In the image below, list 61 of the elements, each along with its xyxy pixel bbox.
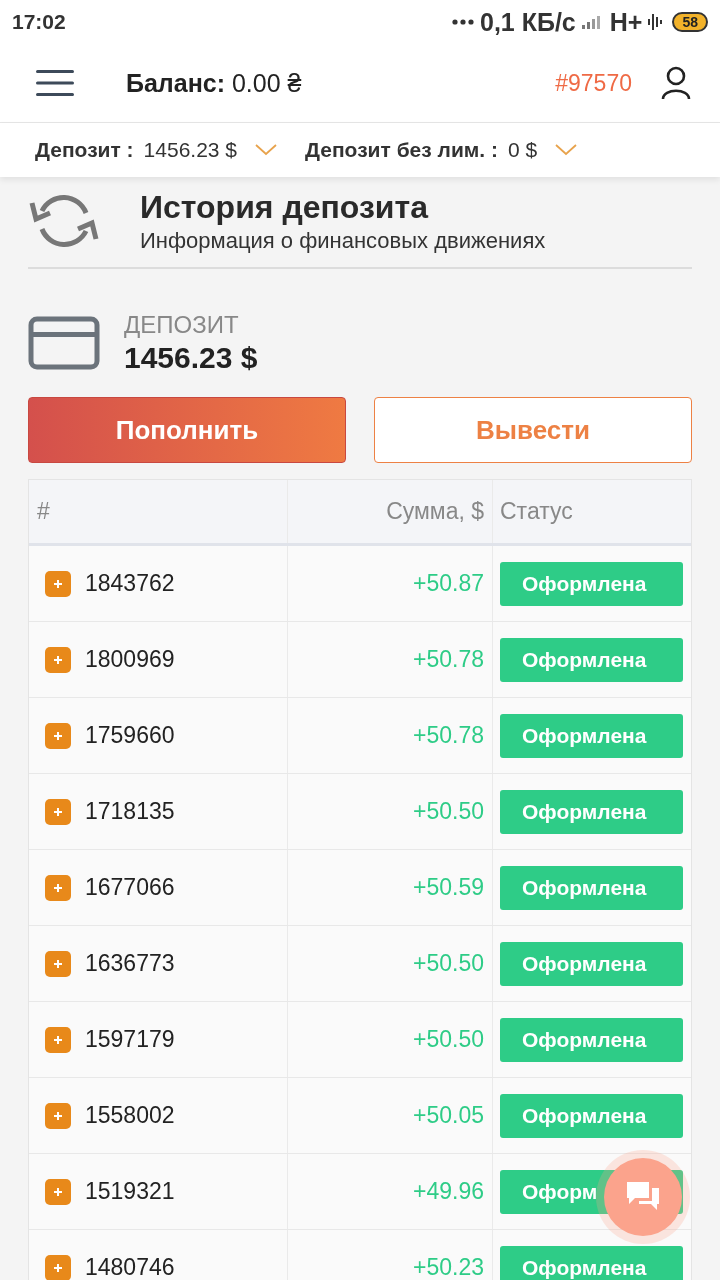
- section-subtitle: Информация о финансовых движениях: [140, 227, 546, 254]
- transaction-id: 1800969: [85, 646, 175, 673]
- column-header: #: [29, 480, 288, 543]
- status-badge: Оформлена: [500, 789, 683, 834]
- network-type: H+: [609, 7, 643, 37]
- transaction-id: 1843762: [85, 570, 175, 597]
- expand-button[interactable]: [45, 874, 71, 901]
- chevron-down-icon: [255, 144, 278, 156]
- battery-indicator: 58: [672, 12, 708, 32]
- transaction-id: 1519321: [85, 1178, 175, 1205]
- amount-cell: +50.78: [288, 698, 493, 773]
- expand-button[interactable]: [45, 722, 71, 749]
- transaction-id: 1480746: [85, 1254, 175, 1280]
- deposit-amount: 1456.23 $: [124, 341, 258, 375]
- user-icon[interactable]: [660, 66, 692, 100]
- expand-button[interactable]: [45, 646, 71, 673]
- expand-button[interactable]: [45, 1102, 71, 1129]
- status-time: 17:02: [12, 10, 66, 34]
- account-id: #97570: [555, 69, 632, 97]
- balance-text: Баланс: 0.00 ₴: [126, 68, 303, 98]
- transaction-id: 1677066: [85, 874, 175, 901]
- wallet-dropdown[interactable]: Депозит без лим. : 0 $: [305, 138, 578, 162]
- amount-cell: +50.78: [288, 622, 493, 697]
- deposit-label: ДЕПОЗИТ: [124, 311, 240, 339]
- expand-button[interactable]: [45, 1254, 71, 1280]
- expand-button[interactable]: [45, 570, 71, 597]
- transaction-id: 1558002: [85, 1102, 175, 1129]
- more-icon: [452, 19, 474, 25]
- section-title: История депозита: [140, 188, 430, 226]
- amount-cell: +50.05: [288, 1078, 493, 1153]
- status-badge: Оформлена: [500, 1093, 683, 1138]
- status-badge: Оформлена: [500, 561, 683, 606]
- amount-cell: +50.50: [288, 1002, 493, 1077]
- status-badge: Оформлена: [500, 1017, 683, 1062]
- expand-button[interactable]: [45, 1178, 71, 1205]
- card-icon: [28, 316, 100, 370]
- column-header: Сумма, $: [288, 480, 493, 543]
- expand-button[interactable]: [45, 950, 71, 977]
- amount-cell: +50.23: [288, 1230, 493, 1280]
- status-badge: Оформлена: [500, 713, 683, 758]
- transaction-id: 1759660: [85, 722, 175, 749]
- amount-cell: +50.59: [288, 850, 493, 925]
- wallet-dropdown[interactable]: Депозит : 1456.23 $: [35, 138, 278, 162]
- transaction-id: 1636773: [85, 950, 175, 977]
- chevron-down-icon: [555, 144, 578, 156]
- transaction-id: 1718135: [85, 798, 175, 825]
- menu-icon[interactable]: [36, 69, 74, 97]
- sound-wave-icon: [648, 12, 663, 32]
- amount-cell: +50.50: [288, 774, 493, 849]
- expand-button[interactable]: [45, 1026, 71, 1053]
- column-header: Статус: [499, 497, 574, 526]
- status-badge: Оформлена: [500, 637, 683, 682]
- status-badge: Оформлена: [500, 865, 683, 910]
- transaction-id: 1597179: [85, 1026, 175, 1053]
- status-badge: Оформлена: [500, 1245, 683, 1280]
- network-speed: 0,1 КБ/с: [480, 7, 576, 37]
- status-badge: Оформлена: [500, 941, 683, 986]
- amount-cell: +50.50: [288, 926, 493, 1001]
- expand-button[interactable]: [45, 798, 71, 825]
- amount-cell: +50.87: [288, 546, 493, 621]
- amount-cell: +49.96: [288, 1154, 493, 1229]
